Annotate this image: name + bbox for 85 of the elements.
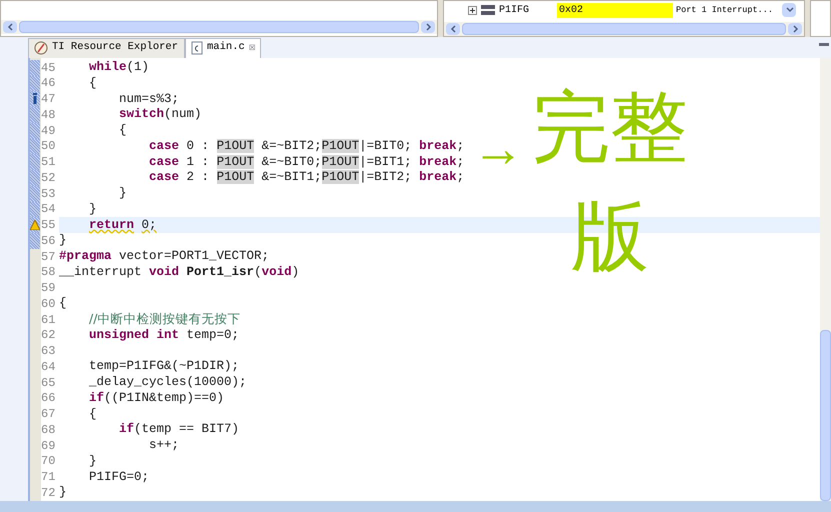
code-line: while(1) — [88, 60, 150, 76]
scrollbar-thumb[interactable] — [462, 23, 786, 36]
line-number: 64 — [41, 358, 56, 376]
register-value[interactable]: 0x02 — [557, 2, 673, 18]
chevron-right-icon — [790, 24, 800, 34]
binary-icon — [481, 5, 495, 15]
code-line: } — [59, 485, 67, 500]
line-number: 60 — [41, 296, 56, 313]
close-icon[interactable]: ☒ — [248, 40, 256, 57]
code-line: unsigned int temp=0; — [88, 328, 240, 343]
code-line: if(temp == BIT7) — [118, 422, 240, 438]
scroll-down-button[interactable] — [782, 3, 796, 17]
line-number: 67 — [41, 406, 56, 424]
code-line: } — [88, 454, 97, 469]
expand-icon[interactable] — [468, 6, 477, 14]
line-number: 50 — [41, 138, 56, 156]
register-name: P1IFG — [499, 4, 530, 18]
line-number: 49 — [41, 122, 56, 140]
file-icon — [191, 41, 203, 56]
code-line: temp=P1IFG&(~P1DIR); — [88, 359, 240, 374]
code-line: P1IFG=0; — [88, 470, 150, 485]
line-number: 52 — [41, 170, 56, 187]
chevron-down-icon — [784, 5, 794, 15]
scrollbar-thumb[interactable] — [820, 330, 831, 501]
line-number: 58 — [41, 264, 56, 282]
line-number: 62 — [41, 327, 56, 344]
compass-icon — [34, 41, 48, 56]
line-number: 59 — [41, 280, 56, 298]
code-line: } — [118, 186, 127, 202]
code-line: num=s%3; — [118, 92, 180, 107]
code-line: { — [88, 76, 97, 91]
line-number: 56 — [41, 232, 56, 250]
horizontal-scrollbar[interactable] — [444, 22, 804, 36]
scrollbar-thumb[interactable] — [19, 21, 419, 34]
handwritten-arrow: → — [472, 122, 524, 175]
editor-tab[interactable]: TI Resource Explorer — [28, 38, 185, 58]
code-line: switch(num) — [118, 107, 202, 122]
horizontal-scrollbar[interactable] — [1, 20, 437, 34]
line-number: 45 — [41, 60, 56, 77]
code-line: case 2 : P1OUT &=~BIT1;P1OUT|=BIT2; break; — [148, 170, 464, 186]
line-number: 53 — [41, 186, 56, 203]
line-number: 54 — [41, 201, 56, 218]
line-number: 71 — [41, 469, 56, 486]
chevron-left-icon — [448, 24, 458, 34]
panel — [810, 0, 831, 38]
code-line: { — [88, 406, 97, 422]
line-number: 55 — [41, 217, 56, 234]
code-line: } — [88, 202, 97, 217]
line-number: 66 — [41, 390, 56, 408]
scroll-left-button[interactable] — [446, 23, 460, 36]
code-line: #pragma vector=PORT1_VECTOR; — [59, 249, 270, 264]
line-number: 63 — [41, 343, 56, 360]
code-line: __interrupt void Port1_isr(void) — [59, 264, 300, 280]
editor-tab[interactable]: main.c ☒ — [185, 38, 262, 58]
code-line: } — [59, 233, 67, 248]
code-line: s++; — [148, 438, 180, 454]
chevron-left-icon — [6, 22, 14, 32]
register-description: Port 1 Interrupt... — [676, 4, 774, 16]
handwritten-note: 完整版 — [530, 82, 689, 282]
code-line: case 0 : P1OUT &=~BIT2;P1OUT|=BIT0; break; — [148, 138, 464, 154]
code-line: { — [118, 123, 127, 138]
scroll-right-button[interactable] — [788, 23, 802, 36]
code-line: if((P1IN&temp)==0) — [88, 390, 224, 406]
chevron-right-icon — [424, 22, 432, 32]
code-line: return 0; — [88, 218, 157, 233]
vertical-scrollbar[interactable] — [820, 58, 831, 501]
line-number: 47 — [41, 91, 56, 108]
line-number: 46 — [41, 75, 56, 92]
scroll-right-button[interactable] — [421, 21, 435, 34]
minimize-icon[interactable] — [819, 42, 829, 46]
line-number: 72 — [41, 484, 56, 502]
line-number: 65 — [41, 374, 56, 392]
line-number: 69 — [41, 438, 56, 455]
code-line: case 1 : P1OUT &=~BIT0;P1OUT|=BIT1; break; — [148, 154, 464, 170]
line-number: 51 — [41, 154, 56, 172]
line-number: 48 — [41, 106, 56, 124]
code-line: _delay_cycles(10000); — [88, 375, 247, 390]
code-editor[interactable] — [28, 58, 831, 501]
code-line: { — [59, 296, 67, 312]
code-line: //中断中检测按键有无按下 — [88, 311, 240, 328]
line-number: 61 — [41, 312, 56, 329]
line-number: 70 — [41, 453, 56, 470]
scroll-left-button[interactable] — [3, 21, 17, 34]
line-number: 68 — [41, 422, 56, 439]
line-number: 57 — [41, 248, 56, 266]
